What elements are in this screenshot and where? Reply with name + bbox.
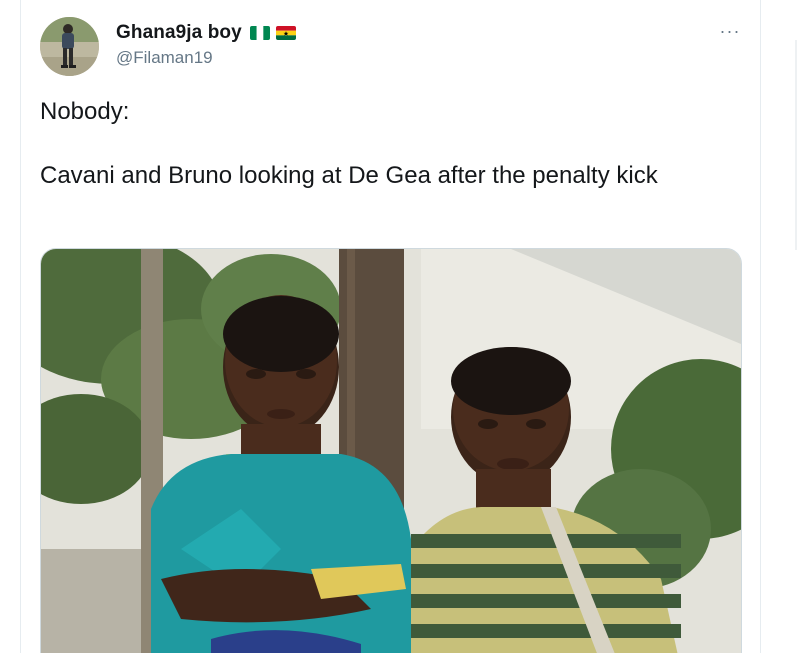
display-name[interactable]: Ghana9ja boy (116, 22, 242, 44)
user-handle[interactable]: @Filaman19 (116, 48, 296, 68)
tweet-media-image[interactable] (40, 248, 742, 653)
ghana-flag-icon (275, 26, 296, 40)
tweet-text-line-2: Cavani and Bruno looking at De Gea after… (40, 162, 658, 189)
avatar[interactable] (40, 17, 99, 76)
timeline-border-right (760, 0, 761, 653)
timeline-border-left (20, 0, 21, 653)
tweet-text: Nobody: Cavani and Bruno looking at De G… (40, 96, 740, 192)
tweet-header: Ghana9ja boy @Filaman19 (116, 20, 296, 68)
name-row: Ghana9ja boy (116, 20, 296, 46)
tweet-page: Ghana9ja boy @Filaman19 ··· Nobody: Cava… (0, 0, 800, 653)
avatar-image (40, 17, 99, 76)
nigeria-flag-icon (249, 26, 270, 40)
media-photo (41, 249, 741, 653)
sidebar-edge (795, 40, 797, 250)
more-options-icon[interactable]: ··· (716, 20, 744, 42)
tweet-text-line-1: Nobody: (40, 98, 130, 125)
